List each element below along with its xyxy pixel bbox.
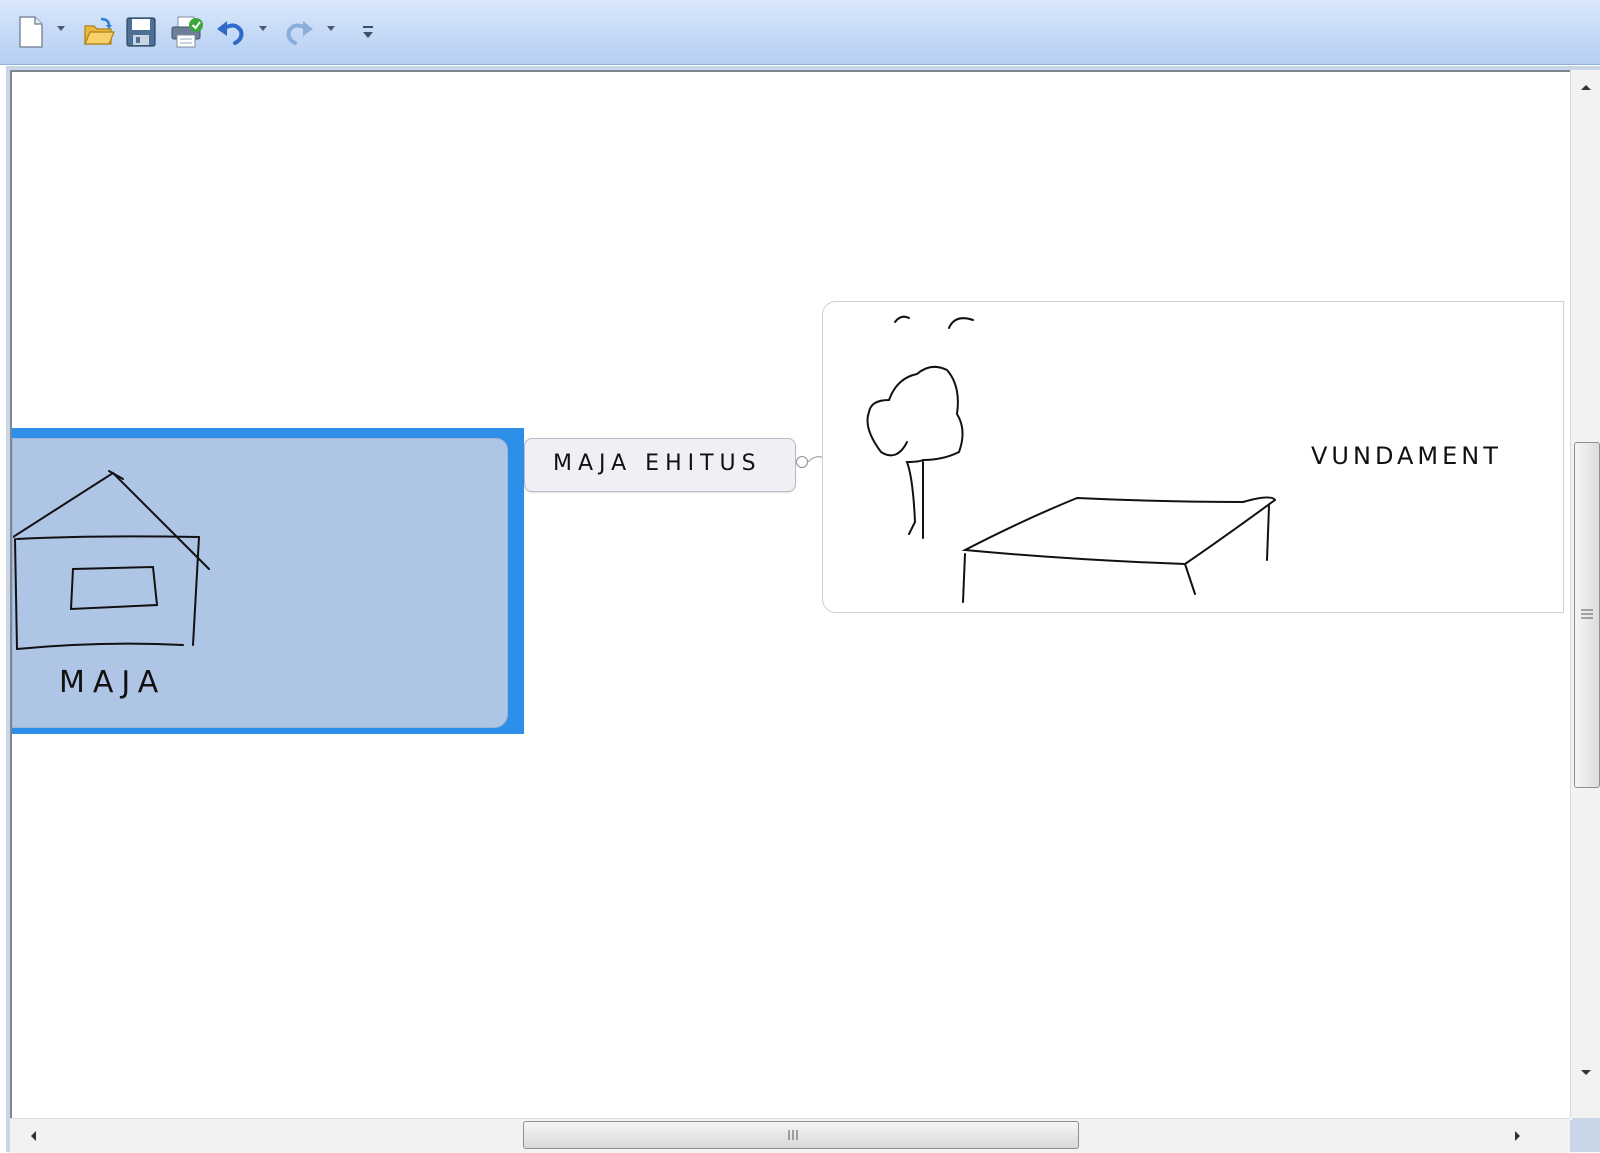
print-button[interactable]	[168, 14, 206, 50]
scroll-down-arrow-icon[interactable]	[1571, 1060, 1600, 1084]
open-folder-icon	[84, 17, 115, 45]
topic-vundament-label: VUNDAMENT	[1311, 442, 1502, 470]
horizontal-scrollbar[interactable]	[10, 1118, 1570, 1153]
scroll-left-arrow-icon[interactable]	[20, 1121, 44, 1151]
redo-button[interactable]	[282, 14, 316, 50]
undo-icon	[217, 21, 244, 45]
collapse-toggle-icon[interactable]	[796, 456, 808, 468]
scroll-right-arrow-icon[interactable]	[1506, 1121, 1530, 1151]
customize-toolbar-icon	[363, 26, 373, 38]
undo-dropdown-icon[interactable]	[259, 26, 267, 31]
save-icon	[126, 17, 156, 47]
save-button[interactable]	[124, 14, 158, 50]
redo-icon	[286, 21, 313, 45]
topic-maja-label: MAJA	[59, 665, 167, 700]
quick-access-toolbar	[0, 0, 1600, 65]
topic-central-label: MAJA EHITUS	[553, 451, 762, 476]
topic-vundament[interactable]: VUNDAMENT	[822, 301, 1564, 613]
print-icon	[171, 16, 203, 48]
mindmap-canvas[interactable]: MAJA MAJA EHITUS VUNDAMENT	[10, 70, 1572, 1120]
horizontal-scroll-thumb[interactable]	[523, 1121, 1079, 1149]
new-document-button[interactable]	[16, 14, 46, 50]
new-document-dropdown-icon[interactable]	[57, 26, 65, 31]
scroll-up-arrow-icon[interactable]	[1571, 74, 1600, 98]
grip-icon	[788, 1130, 798, 1140]
topic-central[interactable]: MAJA EHITUS	[524, 438, 796, 492]
grip-icon	[1581, 609, 1593, 619]
vertical-scroll-thumb[interactable]	[1574, 442, 1600, 788]
new-document-icon	[19, 16, 43, 48]
open-button[interactable]	[82, 14, 116, 50]
vertical-scrollbar[interactable]	[1570, 70, 1600, 1118]
topic-maja-body: MAJA	[12, 438, 508, 728]
redo-dropdown-icon[interactable]	[327, 26, 335, 31]
undo-button[interactable]	[214, 14, 248, 50]
customize-toolbar-button[interactable]	[358, 14, 378, 50]
topic-maja[interactable]: MAJA	[12, 428, 524, 734]
